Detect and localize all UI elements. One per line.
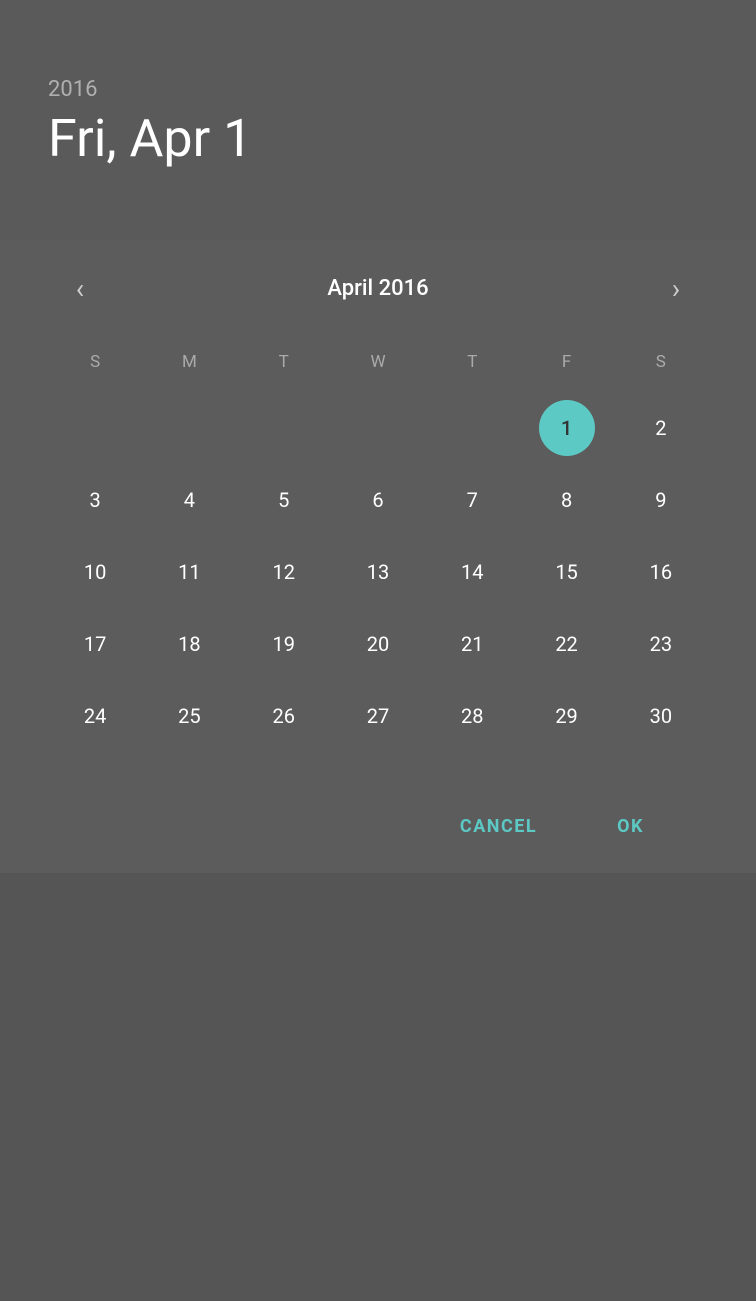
- table-row[interactable]: 18: [142, 612, 236, 676]
- table-row[interactable]: 30: [614, 684, 708, 748]
- table-row[interactable]: 11: [142, 540, 236, 604]
- cancel-button[interactable]: CANCEL: [444, 808, 553, 845]
- table-row[interactable]: 7: [425, 468, 519, 532]
- month-nav: ‹ April 2016 ›: [48, 264, 708, 312]
- table-row: [237, 396, 331, 460]
- table-row[interactable]: 13: [331, 540, 425, 604]
- day-header-sun: S: [48, 344, 142, 380]
- table-row[interactable]: 28: [425, 684, 519, 748]
- calendar-body: ‹ April 2016 › S M T W T F S 12345678910…: [0, 240, 756, 873]
- header-year: 2016: [48, 77, 708, 102]
- table-row[interactable]: 24: [48, 684, 142, 748]
- table-row[interactable]: 15: [519, 540, 613, 604]
- ok-button[interactable]: OK: [601, 808, 660, 845]
- day-header-fri: F: [519, 344, 613, 380]
- table-row[interactable]: 23: [614, 612, 708, 676]
- prev-month-button[interactable]: ‹: [56, 264, 104, 312]
- table-row[interactable]: 16: [614, 540, 708, 604]
- header-date: Fri, Apr 1: [48, 110, 708, 167]
- date-header: 2016 Fri, Apr 1: [0, 0, 756, 240]
- dialog-footer: CANCEL OK: [48, 780, 708, 873]
- table-row[interactable]: 22: [519, 612, 613, 676]
- table-row[interactable]: 17: [48, 612, 142, 676]
- table-row[interactable]: 14: [425, 540, 519, 604]
- table-row: [331, 396, 425, 460]
- table-row[interactable]: 5: [237, 468, 331, 532]
- table-row[interactable]: 1: [519, 396, 613, 460]
- table-row[interactable]: 3: [48, 468, 142, 532]
- day-header-tue: T: [237, 344, 331, 380]
- day-header-thu: T: [425, 344, 519, 380]
- day-header-wed: W: [331, 344, 425, 380]
- table-row[interactable]: 21: [425, 612, 519, 676]
- table-row[interactable]: 12: [237, 540, 331, 604]
- table-row: [142, 396, 236, 460]
- table-row[interactable]: 20: [331, 612, 425, 676]
- table-row[interactable]: 29: [519, 684, 613, 748]
- day-header-sat: S: [614, 344, 708, 380]
- table-row[interactable]: 19: [237, 612, 331, 676]
- table-row[interactable]: 6: [331, 468, 425, 532]
- next-month-button[interactable]: ›: [652, 264, 700, 312]
- month-title: April 2016: [327, 276, 428, 301]
- date-picker: 2016 Fri, Apr 1 ‹ April 2016 › S M T W T…: [0, 0, 756, 873]
- table-row[interactable]: 9: [614, 468, 708, 532]
- table-row[interactable]: 25: [142, 684, 236, 748]
- table-row[interactable]: 4: [142, 468, 236, 532]
- table-row[interactable]: 2: [614, 396, 708, 460]
- table-row: [425, 396, 519, 460]
- table-row[interactable]: 27: [331, 684, 425, 748]
- day-header-mon: M: [142, 344, 236, 380]
- table-row[interactable]: 10: [48, 540, 142, 604]
- day-headers-row: S M T W T F S: [48, 344, 708, 380]
- table-row: [48, 396, 142, 460]
- table-row[interactable]: 26: [237, 684, 331, 748]
- table-row[interactable]: 8: [519, 468, 613, 532]
- calendar-grid: 1234567891011121314151617181920212223242…: [48, 396, 708, 748]
